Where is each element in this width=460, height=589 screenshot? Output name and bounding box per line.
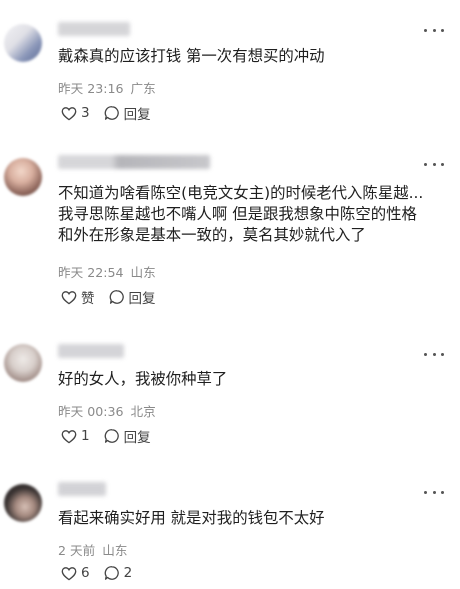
reply-button[interactable]: 2	[104, 565, 133, 581]
comment-text-line: 和外在形象是基本一致的，莫名其妙就代入了	[58, 226, 366, 244]
like-count: 1	[81, 428, 90, 444]
comment-text-line: 不知道为啥看陈空(电竞文女主)的时候老代入陈星越...	[58, 184, 424, 202]
comment-bubble-icon	[104, 566, 119, 580]
reply-button[interactable]: 回复	[104, 426, 151, 446]
more-options-icon[interactable]	[424, 160, 444, 168]
username-blurred[interactable]	[58, 155, 210, 169]
comment-location: 广东	[130, 81, 156, 96]
heart-icon	[61, 290, 77, 304]
heart-icon	[61, 429, 77, 443]
comment-meta: 昨天 00:36 北京	[58, 401, 156, 420]
comment-bubble-icon	[109, 290, 124, 304]
comment-text-line: 我寻思陈星越也不嘴人啊 但是跟我想象中陈空的性格	[58, 205, 417, 223]
comment-text: 不知道为啥看陈空(电竞文女主)的时候老代入陈星越... 我寻思陈星越也不嘴人啊 …	[58, 183, 448, 246]
comment-meta: 2 天前 山东	[58, 540, 127, 559]
comment-time: 2 天前	[58, 543, 96, 558]
like-label: 赞	[81, 291, 95, 307]
username-blurred[interactable]	[58, 344, 124, 358]
comment-meta: 昨天 22:54 山东	[58, 262, 156, 281]
like-button[interactable]: 赞	[61, 287, 95, 307]
comment-location: 北京	[130, 404, 156, 419]
comment-time: 昨天 23:16	[58, 81, 124, 96]
heart-icon	[61, 106, 77, 120]
avatar[interactable]	[4, 344, 42, 382]
reply-label: 回复	[123, 107, 151, 123]
comment-text: 好的女人，我被你种草了	[58, 369, 448, 390]
username-blurred[interactable]	[58, 482, 106, 496]
comment-text-line: 看起来确实好用 就是对我的钱包不太好	[58, 509, 325, 527]
comment-bubble-icon	[104, 429, 119, 443]
comment-meta: 昨天 23:16 广东	[58, 78, 156, 97]
comment-location: 山东	[102, 543, 128, 558]
more-options-icon[interactable]	[424, 26, 444, 34]
like-button[interactable]: 1	[61, 428, 90, 444]
comment-bubble-icon	[104, 106, 119, 120]
reply-label: 回复	[128, 291, 156, 307]
avatar[interactable]	[4, 24, 42, 62]
reply-button[interactable]: 回复	[104, 103, 151, 123]
comment-actions: 赞 回复	[61, 287, 170, 307]
comment-text-line: 戴森真的应该打钱 第一次有想买的冲动	[58, 47, 325, 65]
comment-actions: 3 回复	[61, 103, 165, 123]
like-count: 3	[81, 105, 90, 121]
like-count: 6	[81, 565, 90, 581]
avatar[interactable]	[4, 484, 42, 522]
comment-actions: 6 2	[61, 565, 146, 581]
more-options-icon[interactable]	[424, 350, 444, 358]
more-options-icon[interactable]	[424, 488, 444, 496]
comment-location: 山东	[130, 265, 156, 280]
username-blurred[interactable]	[58, 22, 130, 36]
reply-label: 回复	[123, 430, 151, 446]
comment-text: 戴森真的应该打钱 第一次有想买的冲动	[58, 46, 448, 67]
comment-text: 看起来确实好用 就是对我的钱包不太好	[58, 508, 448, 529]
heart-icon	[61, 566, 77, 580]
avatar[interactable]	[4, 158, 42, 196]
comment-time: 昨天 22:54	[58, 265, 124, 280]
comment-time: 昨天 00:36	[58, 404, 124, 419]
like-button[interactable]: 3	[61, 105, 90, 121]
like-button[interactable]: 6	[61, 565, 90, 581]
comment-text-line: 好的女人，我被你种草了	[58, 370, 228, 388]
reply-count: 2	[123, 565, 133, 581]
comment-actions: 1 回复	[61, 426, 165, 446]
reply-button[interactable]: 回复	[109, 287, 156, 307]
